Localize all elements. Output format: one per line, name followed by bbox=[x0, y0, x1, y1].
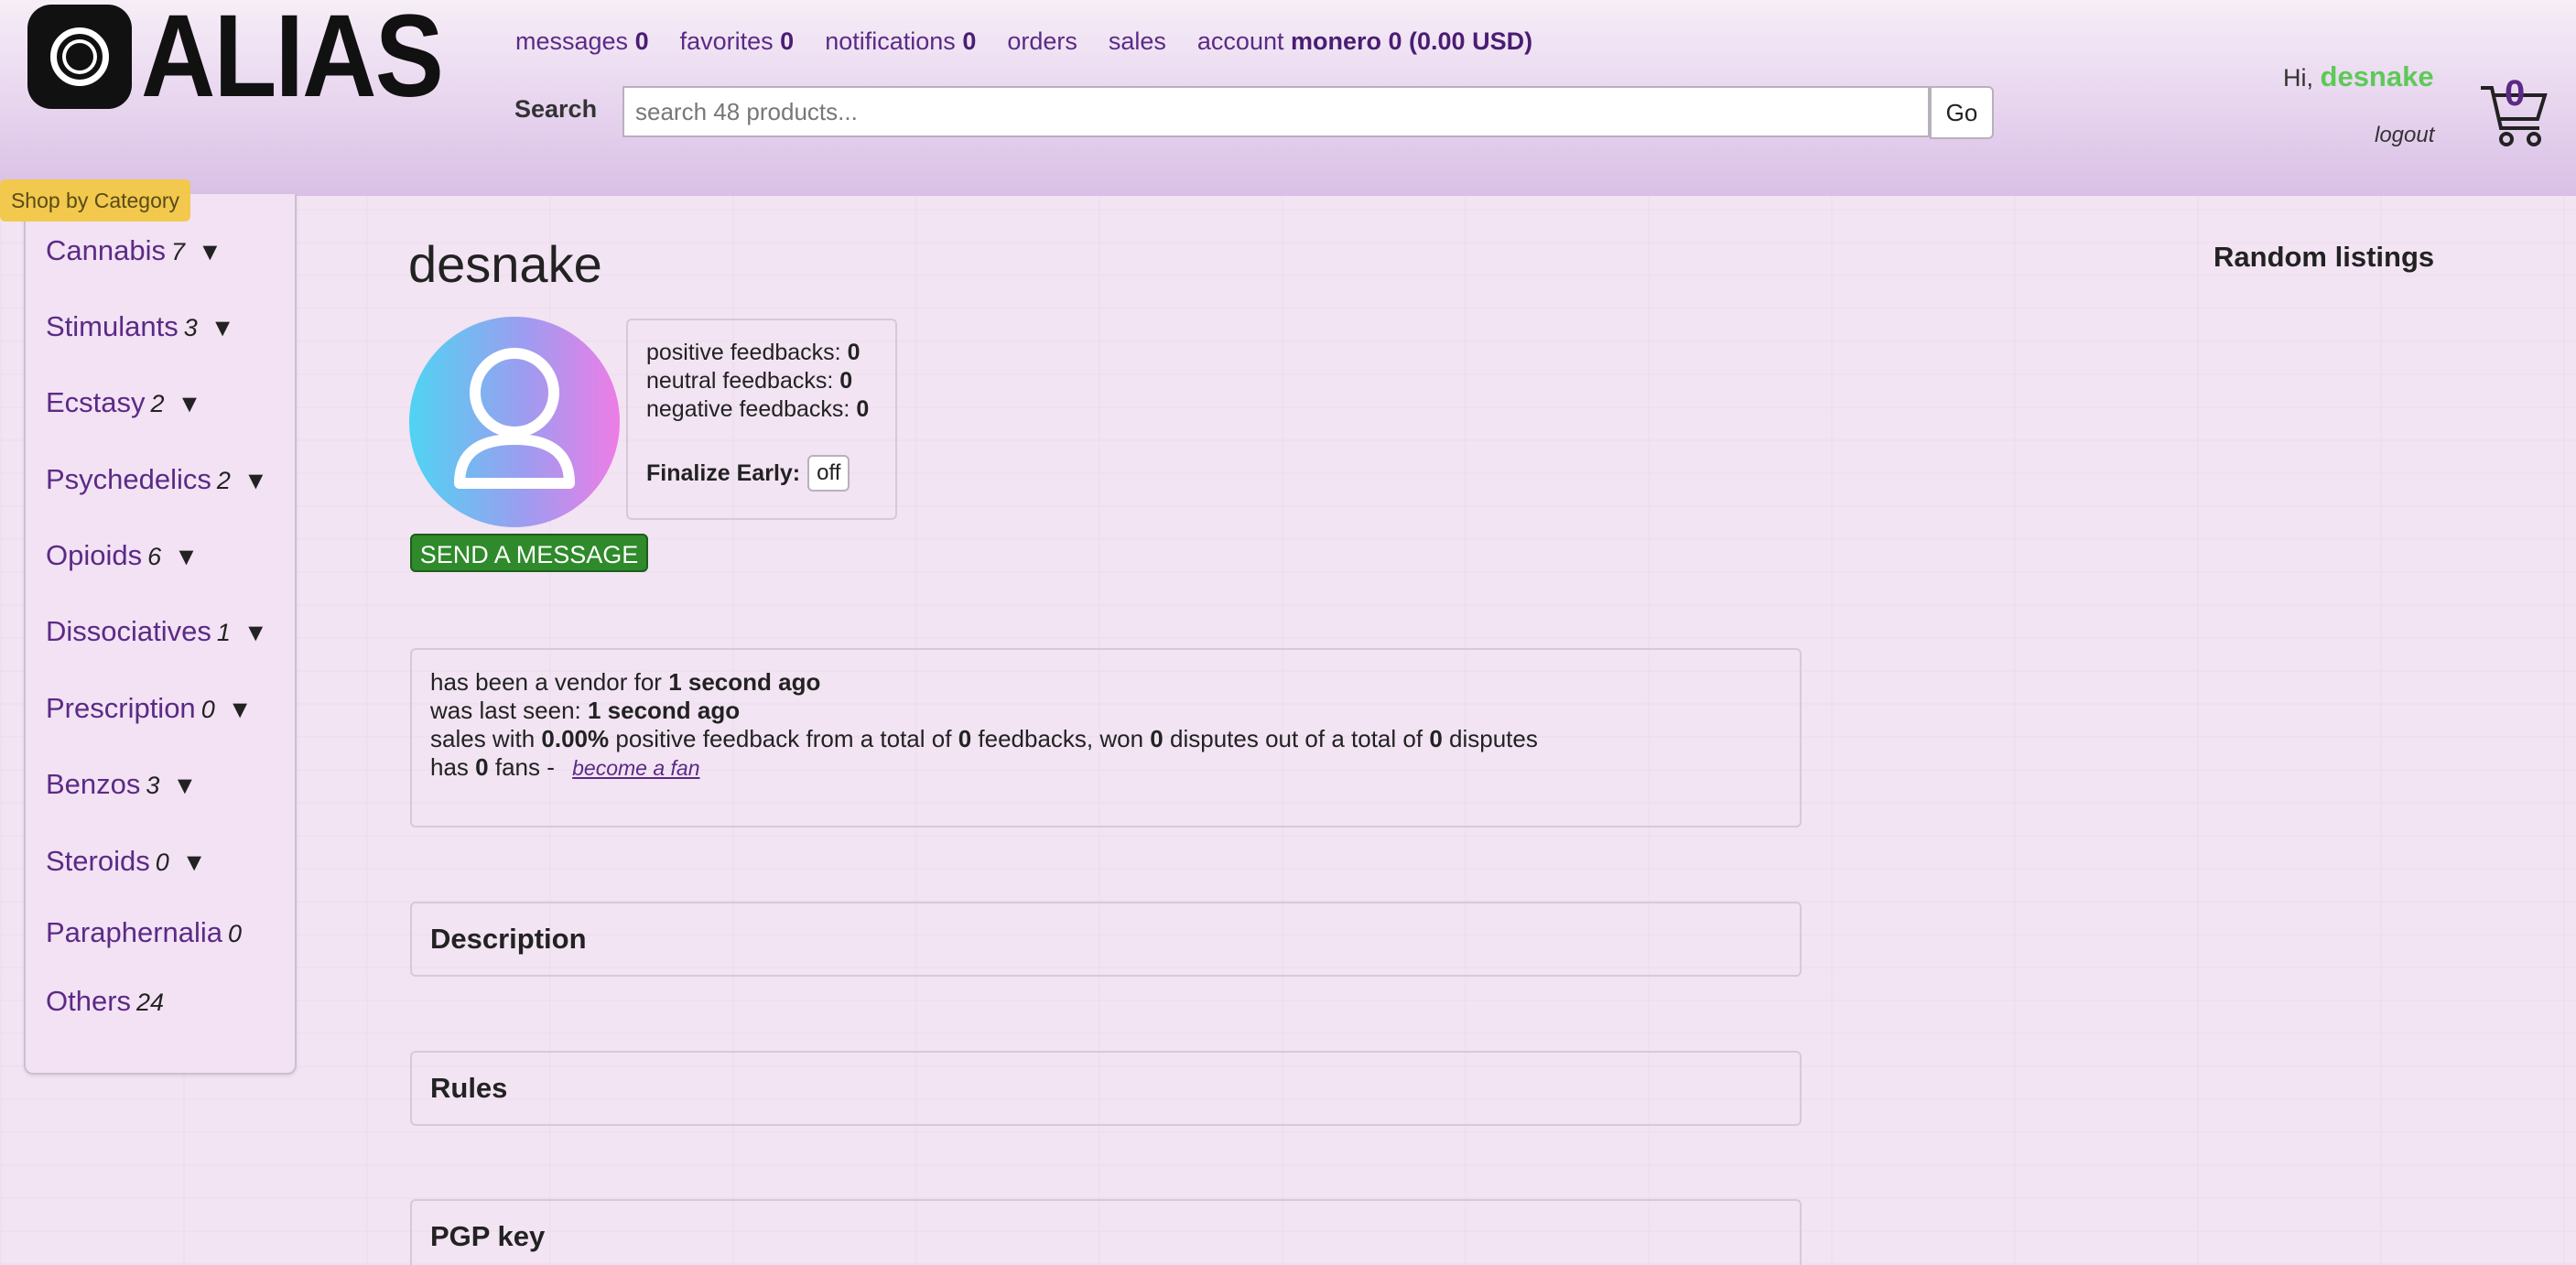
avatar-user-icon bbox=[409, 317, 620, 527]
nav-notifications[interactable]: notifications 0 bbox=[825, 27, 976, 56]
negative-feedbacks: negative feedbacks: 0 bbox=[646, 396, 870, 422]
sidebar-item-psychedelics[interactable]: Psychedelics 2 ▼ bbox=[46, 463, 268, 496]
dropdown-arrow-icon: ▼ bbox=[177, 390, 202, 417]
page-title: desnake bbox=[408, 235, 602, 293]
greeting: Hi, desnake bbox=[2283, 60, 2434, 92]
sidebar-item-prescription[interactable]: Prescription 0 ▼ bbox=[46, 692, 252, 725]
description-section[interactable]: Description bbox=[410, 902, 1802, 977]
vendor-info: has been a vendor for 1 second ago was l… bbox=[410, 648, 1802, 827]
username-link[interactable]: desnake bbox=[2321, 60, 2434, 92]
send-message-button[interactable]: SEND A MESSAGE bbox=[410, 534, 648, 572]
dropdown-arrow-icon: ▼ bbox=[243, 467, 268, 494]
logo-text: ALIAS bbox=[141, 0, 444, 122]
sidebar-item-paraphernalia[interactable]: Paraphernalia 0 bbox=[46, 916, 242, 949]
search-go-button[interactable]: Go bbox=[1930, 86, 1994, 139]
sidebar-item-ecstasy[interactable]: Ecstasy 2 ▼ bbox=[46, 386, 201, 419]
logo-icon bbox=[27, 4, 132, 109]
sidebar-item-cannabis[interactable]: Cannabis 7 ▼ bbox=[46, 234, 222, 267]
fans-info: has 0 fans - become a fan bbox=[430, 753, 700, 781]
dropdown-arrow-icon: ▼ bbox=[174, 543, 199, 570]
pgp-key-section[interactable]: PGP key bbox=[410, 1199, 1802, 1265]
dropdown-arrow-icon: ▼ bbox=[172, 772, 198, 799]
positive-feedbacks: positive feedbacks: 0 bbox=[646, 340, 860, 365]
cart-count[interactable]: 0 bbox=[2505, 73, 2525, 114]
nav-sales[interactable]: sales bbox=[1109, 27, 1166, 56]
category-sidebar: Cannabis 7 ▼ Stimulants 3 ▼ Ecstasy 2 ▼ Psyche… bbox=[24, 194, 297, 1075]
sidebar-item-steroids[interactable]: Steroids 0 ▼ bbox=[46, 845, 207, 878]
sidebar-item-opioids[interactable]: Opioids 6 ▼ bbox=[46, 539, 199, 572]
nav-messages[interactable]: messages 0 bbox=[515, 27, 649, 56]
site-logo[interactable]: ALIAS bbox=[27, 0, 483, 114]
vendor-since: has been a vendor for 1 second ago bbox=[430, 668, 821, 696]
dropdown-arrow-icon: ▼ bbox=[243, 619, 268, 646]
logout-link[interactable]: logout bbox=[2375, 123, 2434, 148]
nav-favorites[interactable]: favorites 0 bbox=[680, 27, 795, 56]
top-nav: messages 0 favorites 0 notifications 0 o… bbox=[515, 27, 1532, 56]
dropdown-arrow-icon: ▼ bbox=[181, 849, 207, 876]
nav-account[interactable]: account monero 0 (0.00 USD) bbox=[1197, 27, 1532, 56]
become-fan-link[interactable]: become a fan bbox=[572, 756, 699, 780]
sidebar-item-stimulants[interactable]: Stimulants 3 ▼ bbox=[46, 310, 235, 343]
header: ALIAS messages 0 favorites 0 notificatio… bbox=[0, 0, 2576, 196]
nav-orders[interactable]: orders bbox=[1007, 27, 1077, 56]
feedback-stats: positive feedbacks: 0 neutral feedbacks:… bbox=[626, 319, 897, 520]
dropdown-arrow-icon: ▼ bbox=[210, 314, 235, 341]
shop-by-category-label: Shop by Category bbox=[0, 179, 190, 222]
rules-section[interactable]: Rules bbox=[410, 1051, 1802, 1126]
random-listings-title: Random listings bbox=[2213, 241, 2435, 273]
last-seen: was last seen: 1 second ago bbox=[430, 697, 741, 724]
sidebar-item-dissociatives[interactable]: Dissociatives 1 ▼ bbox=[46, 615, 268, 648]
sidebar-item-benzos[interactable]: Benzos 3 ▼ bbox=[46, 768, 197, 801]
dropdown-arrow-icon: ▼ bbox=[198, 238, 222, 265]
dropdown-arrow-icon: ▼ bbox=[227, 696, 253, 723]
finalize-early-toggle[interactable]: off bbox=[807, 455, 850, 492]
search-input[interactable] bbox=[622, 86, 1930, 137]
search-label: Search bbox=[514, 95, 598, 123]
sales-summary: sales with 0.00% positive feedback from … bbox=[430, 725, 1538, 752]
sidebar-item-others[interactable]: Others 24 bbox=[46, 985, 164, 1018]
neutral-feedbacks: neutral feedbacks: 0 bbox=[646, 368, 853, 394]
finalize-early: Finalize Early: off bbox=[646, 455, 877, 492]
